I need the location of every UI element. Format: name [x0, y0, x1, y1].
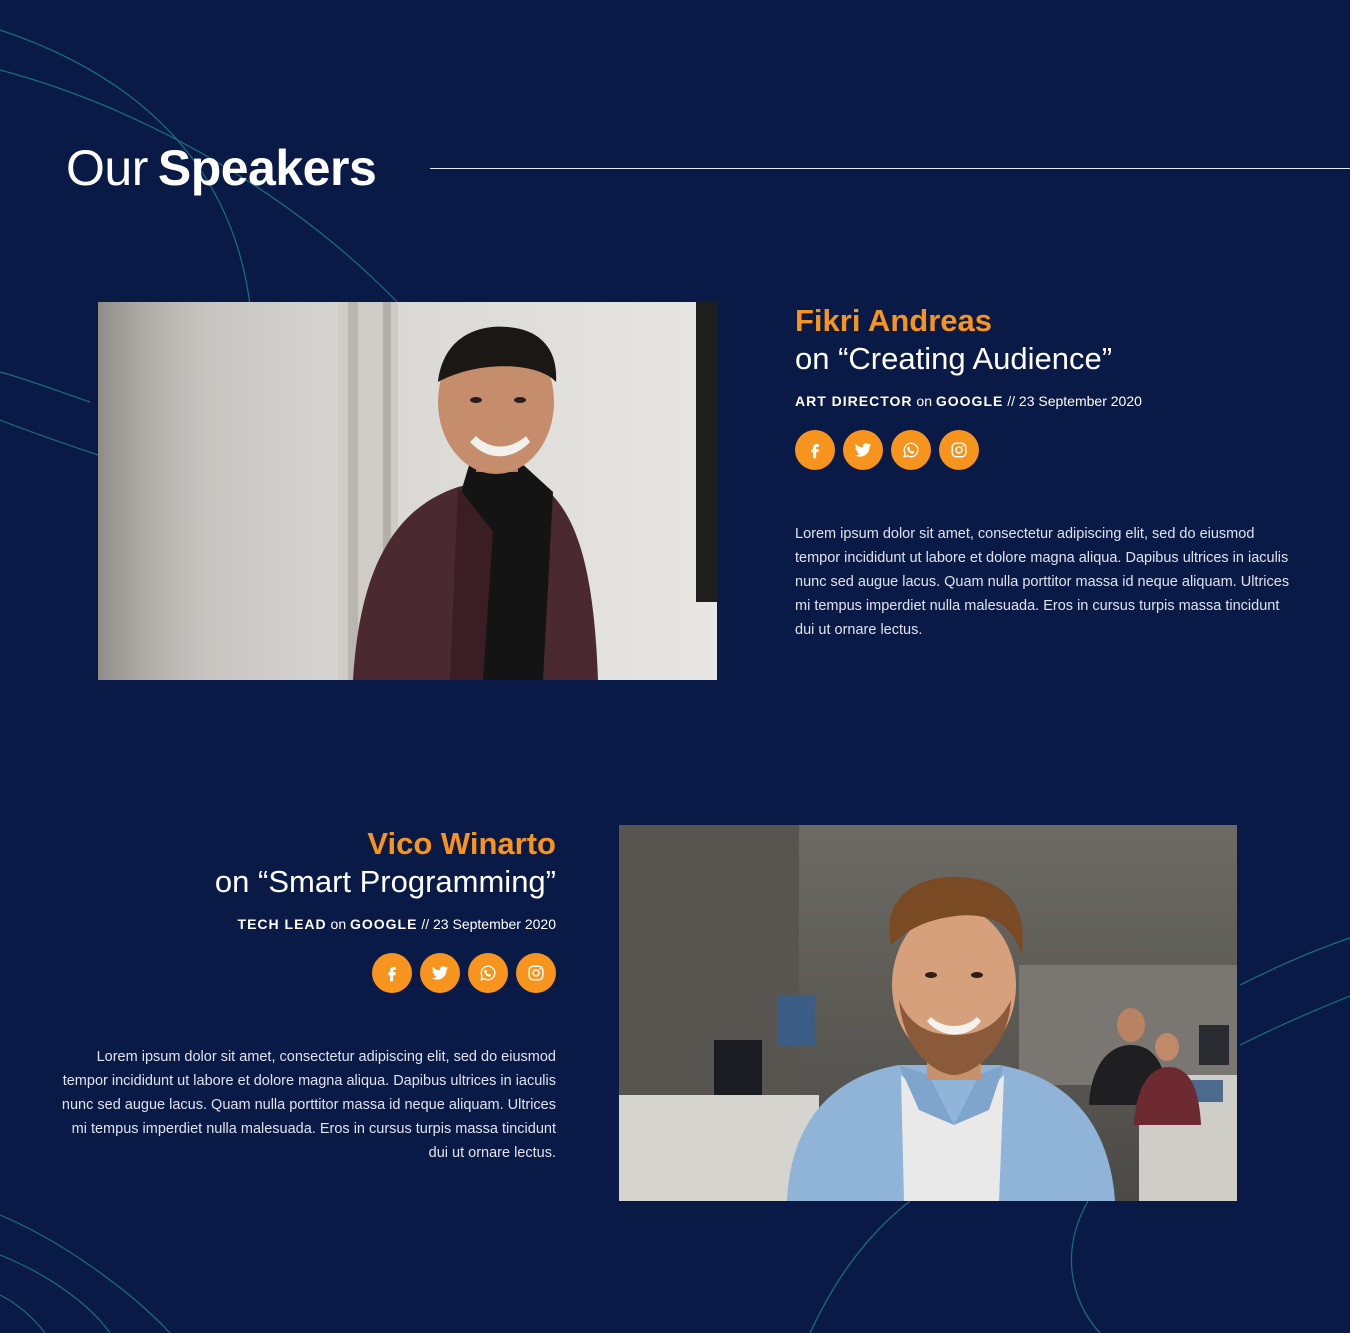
instagram-icon: [528, 965, 544, 981]
twitter-button[interactable]: [420, 953, 460, 993]
social-links: [795, 430, 1295, 470]
twitter-button[interactable]: [843, 430, 883, 470]
facebook-icon: [811, 444, 819, 459]
speaker-company: GOOGLE: [350, 916, 418, 932]
speaker-photo-vico: [619, 825, 1237, 1201]
section-title: Our Speakers: [66, 138, 377, 198]
facebook-icon: [388, 967, 396, 982]
speaker-name: Vico Winarto: [367, 826, 556, 861]
instagram-icon: [951, 442, 967, 458]
speaker-bio: Lorem ipsum dolor sit amet, consectetur …: [795, 526, 1290, 638]
whatsapp-button[interactable]: [891, 430, 931, 470]
section-title-bold: Speakers: [157, 140, 377, 196]
meta-separator: //: [421, 916, 430, 932]
speaker-meta: TECH LEAD on GOOGLE // 23 September 2020: [56, 915, 556, 933]
speaker-topic: on “Creating Audience”: [795, 341, 1113, 376]
twitter-icon: [431, 966, 449, 980]
speaker-bio: Lorem ipsum dolor sit amet, consectetur …: [61, 1049, 556, 1161]
speaker-on-word: on: [330, 916, 347, 932]
whatsapp-icon: [480, 965, 496, 981]
meta-separator: //: [1007, 393, 1016, 409]
speaker-company: GOOGLE: [935, 393, 1004, 409]
speaker-role: TECH LEAD: [237, 916, 327, 932]
instagram-button[interactable]: [939, 430, 979, 470]
twitter-icon: [854, 443, 872, 457]
speaker-role: ART DIRECTOR: [795, 393, 913, 409]
title-divider: [430, 168, 1350, 169]
speaker-topic: on “Smart Programming”: [214, 864, 556, 899]
speaker-name: Fikri Andreas: [795, 303, 992, 338]
speaker-date: 23 September 2020: [433, 916, 556, 932]
whatsapp-icon: [903, 442, 919, 458]
speaker-meta: ART DIRECTOR on GOOGLE // 23 September 2…: [795, 392, 1295, 410]
speaker-info-fikri: Fikri Andreas on “Creating Audience” ART…: [795, 302, 1295, 657]
whatsapp-button[interactable]: [468, 953, 508, 993]
speaker-date: 23 September 2020: [1018, 393, 1142, 409]
social-links: [56, 953, 556, 993]
speakers-section: Our Speakers Fikri Andreas on “Creating …: [0, 0, 1350, 1333]
section-title-light: Our: [66, 140, 148, 196]
instagram-button[interactable]: [516, 953, 556, 993]
speaker-on-word: on: [916, 393, 932, 409]
speaker-photo-fikri: [98, 302, 717, 680]
facebook-button[interactable]: [795, 430, 835, 470]
facebook-button[interactable]: [372, 953, 412, 993]
speaker-info-vico: Vico Winarto on “Smart Programming” TECH…: [56, 825, 556, 1180]
